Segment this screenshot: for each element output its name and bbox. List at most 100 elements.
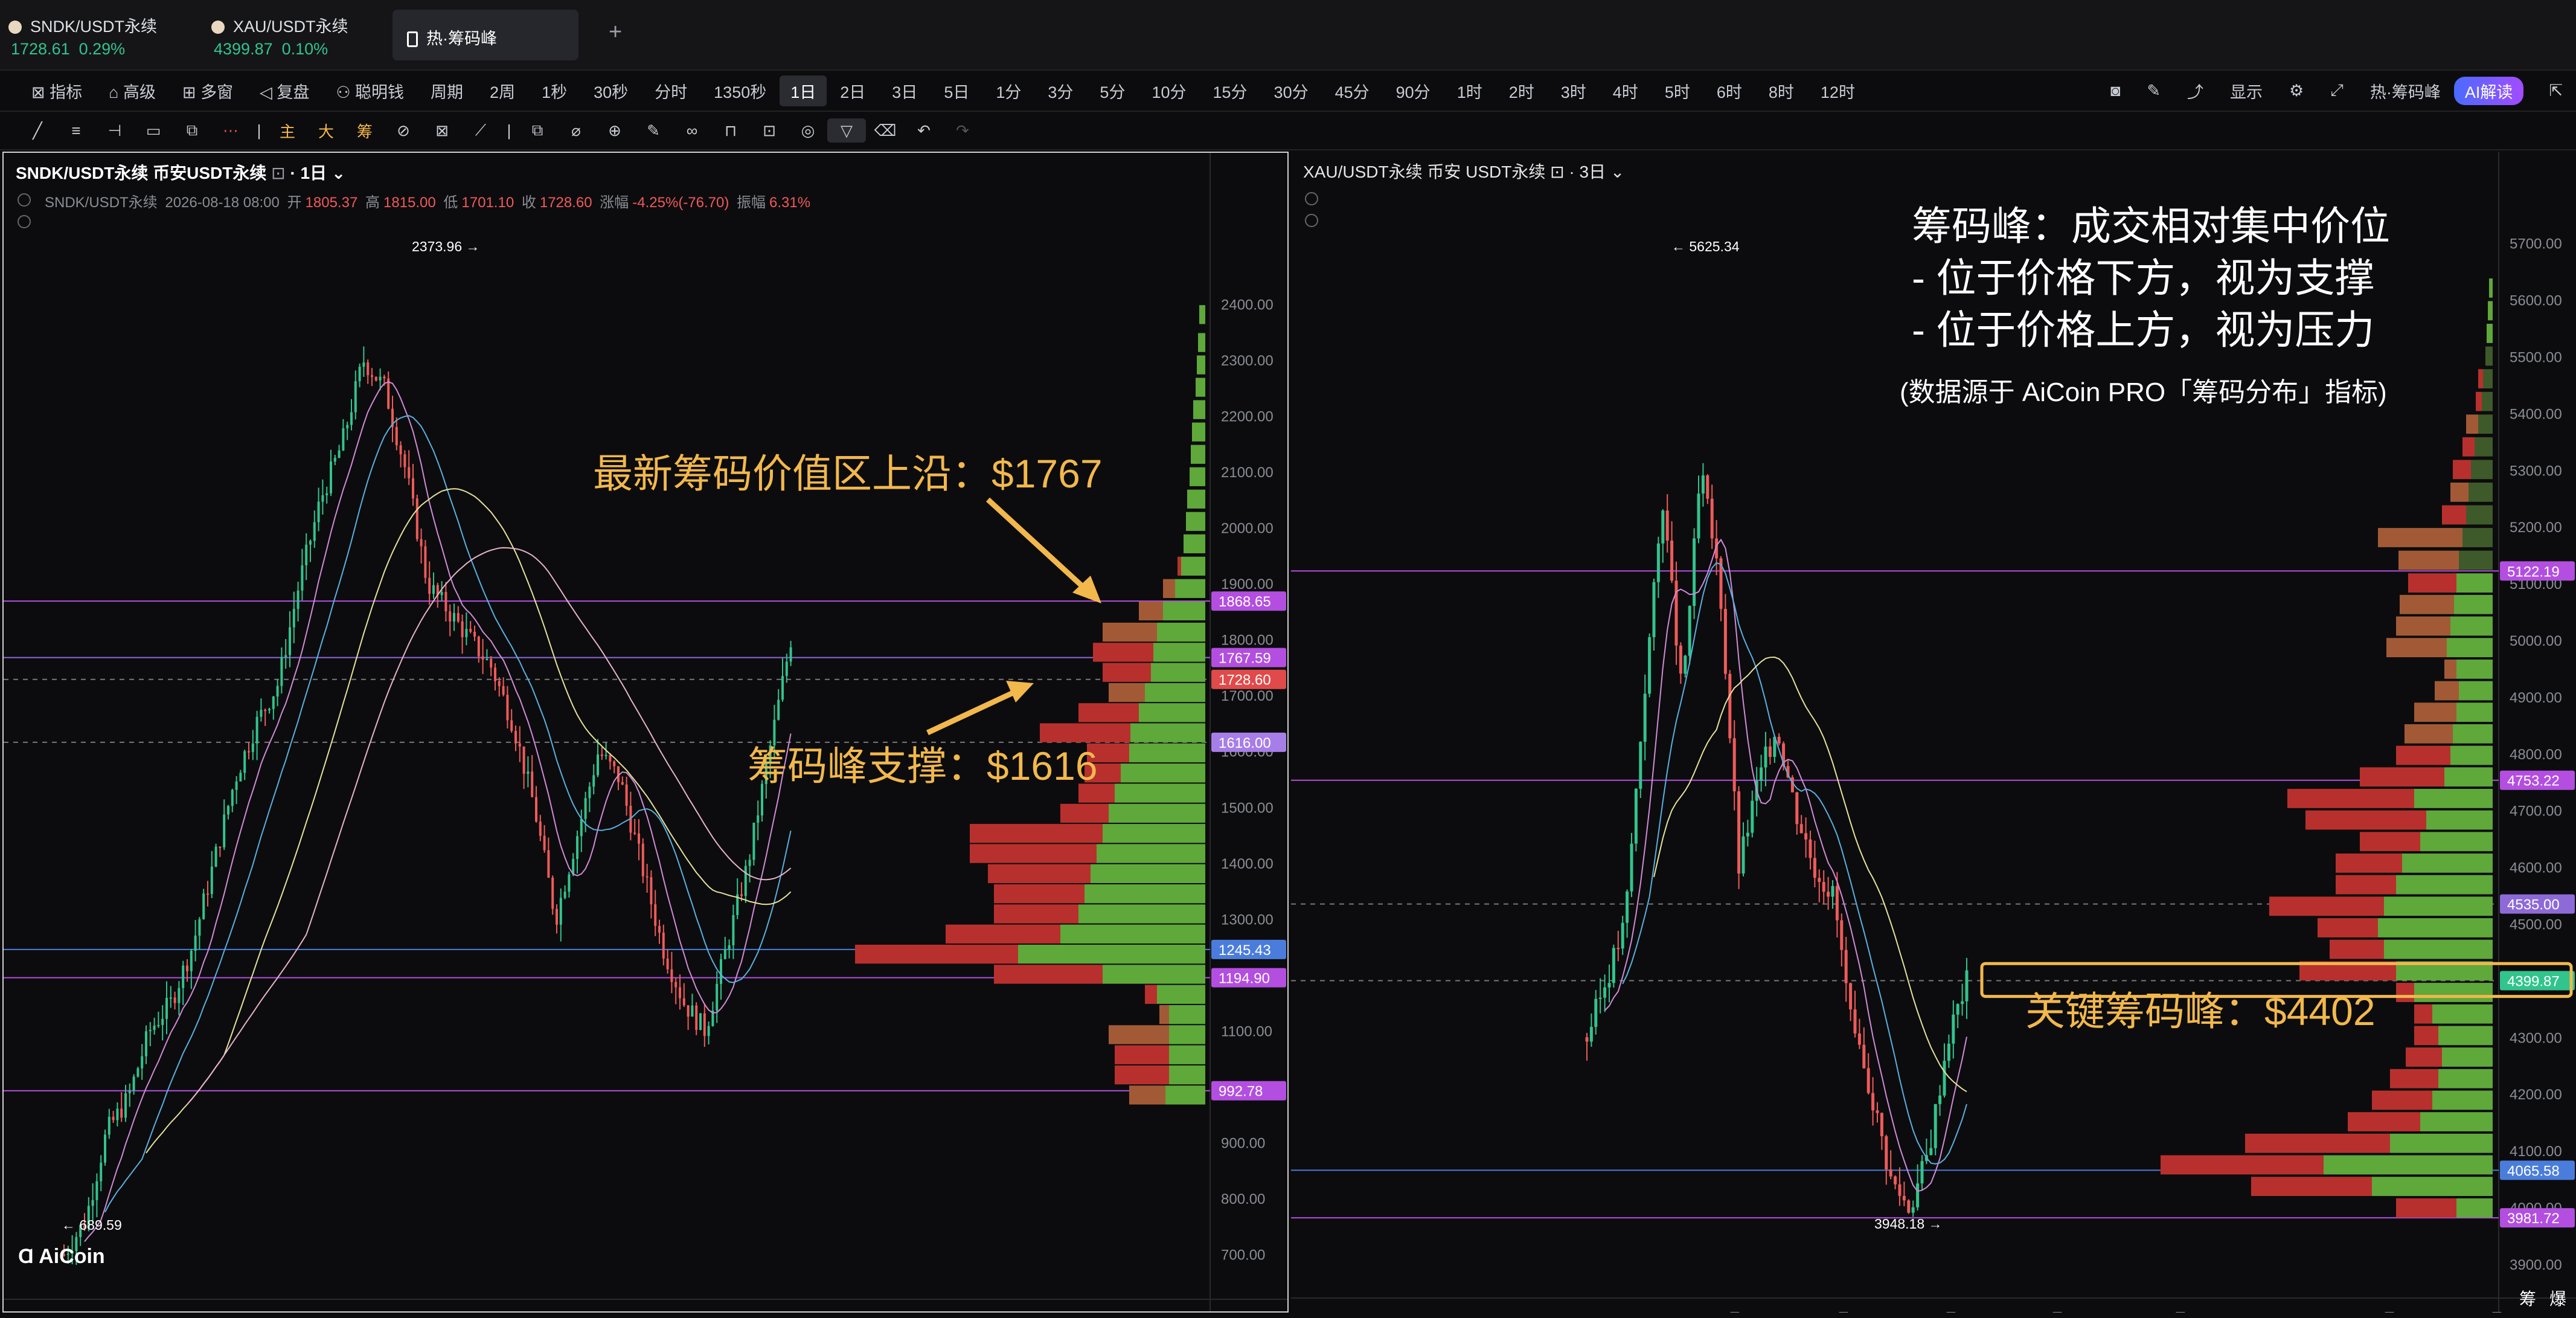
external-link-icon[interactable]: ⇱ bbox=[2536, 82, 2576, 100]
candle-body bbox=[559, 898, 562, 925]
candle-body bbox=[1616, 948, 1620, 950]
candle-body bbox=[588, 786, 591, 799]
chip-indicator-button[interactable]: 筹 bbox=[345, 118, 384, 143]
camera-icon[interactable]: ◙ bbox=[2097, 82, 2133, 100]
link-icon[interactable]: ∞ bbox=[673, 118, 711, 143]
toolbar-item[interactable]: 45分 bbox=[1322, 79, 1383, 103]
toolbar-item[interactable]: 1日 bbox=[780, 75, 827, 106]
candle-body bbox=[284, 655, 287, 657]
toolbar-item[interactable]: 2周 bbox=[476, 79, 528, 103]
hide-icon[interactable]: ◎ bbox=[789, 118, 827, 143]
candle-body bbox=[498, 681, 501, 686]
ray-tool-icon[interactable]: ⊣ bbox=[95, 118, 134, 143]
zoom-icon[interactable]: ⊕ bbox=[595, 118, 634, 143]
main-indicator-button[interactable]: 主 bbox=[268, 118, 307, 143]
toolbar-item[interactable]: ⊠ 指标 bbox=[18, 79, 95, 103]
price-chart[interactable]: 2400.00 2300.00 2200.00 2100.00 2000.00 1900.… bbox=[4, 153, 1287, 1311]
profile-bar-up bbox=[1196, 378, 1205, 397]
measure-icon[interactable]: ⟋ bbox=[461, 118, 500, 143]
large-indicator-button[interactable]: 大 bbox=[307, 118, 345, 143]
toolbar-item[interactable]: 30秒 bbox=[580, 79, 641, 103]
pencil-icon[interactable]: ✎ bbox=[2133, 82, 2174, 100]
candle-body bbox=[658, 925, 661, 933]
toolbar-item[interactable]: 90分 bbox=[1383, 79, 1444, 103]
trash-icon[interactable]: ⌫ bbox=[866, 118, 905, 143]
hline-tool-icon[interactable]: ≡ bbox=[57, 118, 95, 143]
toolbar-item[interactable]: 3分 bbox=[1034, 79, 1086, 103]
profile-bar-down bbox=[1109, 1025, 1169, 1044]
lock-icon[interactable]: ⊓ bbox=[711, 118, 750, 143]
ticker-xau[interactable]: XAU/USDT永续 4399.87 0.10% bbox=[211, 13, 348, 58]
path-tool-icon[interactable]: ⋯ bbox=[211, 118, 250, 143]
toolbar-item[interactable]: 分时 bbox=[641, 79, 700, 103]
copy-icon[interactable]: ⧉ bbox=[518, 118, 557, 143]
chart-pane-xau[interactable]: XAU/USDT永续 币安 USDT永续 ⊡ · 3日 ⌄ 1s ⊡ 5700.… bbox=[1291, 152, 2576, 1313]
line-tool-icon[interactable]: ╱ bbox=[18, 118, 57, 143]
magnet-icon[interactable]: ⊘ bbox=[384, 118, 423, 143]
indicator-select[interactable]: 热·筹码峰 bbox=[2357, 79, 2454, 103]
toolbar-item[interactable]: 3时 bbox=[1548, 79, 1600, 103]
toolbar-item[interactable]: 2时 bbox=[1496, 79, 1548, 103]
ruler-icon[interactable]: ⌀ bbox=[557, 118, 595, 143]
price-badge-label: 1728.60 bbox=[1219, 672, 1271, 689]
toolbar-item[interactable]: ◁ 复盘 bbox=[246, 79, 322, 103]
profile-bar-up bbox=[2447, 638, 2493, 658]
corner-chip-label[interactable]: 筹 bbox=[2519, 1286, 2536, 1310]
toolbar-item[interactable]: 12时 bbox=[1807, 79, 1868, 103]
profile-bar-down bbox=[1093, 643, 1153, 662]
toolbar-item[interactable]: 5分 bbox=[1086, 79, 1138, 103]
toolbar-item[interactable]: 2日 bbox=[827, 79, 879, 103]
toolbar-item[interactable]: 1分 bbox=[982, 79, 1034, 103]
toolbar-item[interactable]: ⚇ 聪明钱 bbox=[322, 79, 417, 103]
profile-bar-up bbox=[1190, 467, 1205, 486]
pattern-icon[interactable]: ⊠ bbox=[423, 118, 461, 143]
toolbar-item[interactable]: ⊞ 多窗 bbox=[169, 79, 246, 103]
toolbar-item[interactable]: 30分 bbox=[1261, 79, 1322, 103]
save-icon[interactable]: ⊡ bbox=[750, 118, 789, 143]
candle-body bbox=[321, 495, 324, 502]
brush-icon[interactable]: ✎ bbox=[634, 118, 673, 143]
fib-tool-icon[interactable]: ⧉ bbox=[173, 118, 211, 143]
toolbar-item[interactable]: 3日 bbox=[879, 79, 931, 103]
chart-pane-sndk[interactable]: SNDK/USDT永续 币安USDT永续 ⊡ · 1日 ⌄ 1s ⊡ SNDK/… bbox=[2, 152, 1289, 1313]
filter-icon[interactable]: ▽ bbox=[827, 118, 866, 143]
share-icon[interactable]: ⤴ bbox=[2174, 79, 2217, 103]
tab-hot-chip-peak[interactable]: 热·筹码峰 bbox=[392, 10, 578, 60]
candle-body bbox=[522, 746, 525, 774]
toolbar-item[interactable]: ⌂ 高级 bbox=[95, 79, 169, 103]
price-tick-label: 2200.00 bbox=[1221, 408, 1274, 425]
fullscreen-icon[interactable]: ⤢ bbox=[2317, 81, 2357, 100]
ai-analysis-button[interactable]: AI解读 bbox=[2453, 76, 2524, 105]
settings-icon[interactable]: ⚙ bbox=[2276, 82, 2317, 100]
toolbar-item[interactable]: 5时 bbox=[1652, 79, 1703, 103]
toolbar-item[interactable]: 15分 bbox=[1200, 79, 1261, 103]
profile-bar-up bbox=[1192, 422, 1205, 442]
candle-body bbox=[1844, 950, 1848, 983]
candle-body bbox=[1818, 878, 1821, 882]
ticker-sndk[interactable]: SNDK/USDT永续 1728.61 0.29% bbox=[8, 13, 157, 58]
toolbar-item[interactable]: 1时 bbox=[1444, 79, 1496, 103]
profile-bar-up bbox=[2414, 983, 2493, 1002]
profile-bar-up bbox=[2471, 460, 2493, 480]
corner-burst-label[interactable]: 爆 bbox=[2549, 1286, 2566, 1310]
toolbar-item[interactable]: 10分 bbox=[1138, 79, 1199, 103]
toolbar-item[interactable]: 1350秒 bbox=[700, 79, 780, 103]
toolbar-item[interactable]: 8时 bbox=[1755, 79, 1807, 103]
redo-icon[interactable]: ↷ bbox=[943, 118, 982, 143]
toolbar-item[interactable]: 周期 bbox=[417, 79, 476, 103]
rect-tool-icon[interactable]: ▭ bbox=[134, 118, 173, 143]
collapse-icon bbox=[1305, 192, 1318, 205]
candle-body bbox=[531, 771, 534, 797]
candle-body bbox=[219, 846, 222, 848]
toolbar-item[interactable]: 5日 bbox=[931, 79, 982, 103]
candle-body bbox=[112, 1116, 115, 1120]
profile-bar-down bbox=[2161, 1155, 2324, 1175]
candle-body bbox=[1728, 673, 1732, 739]
toolbar-item[interactable]: 1秒 bbox=[528, 79, 580, 103]
display-button[interactable]: 显示 bbox=[2217, 79, 2276, 103]
profile-bar-down bbox=[2305, 810, 2426, 830]
toolbar-item[interactable]: 6时 bbox=[1703, 79, 1755, 103]
add-tab-icon[interactable]: + bbox=[609, 21, 622, 43]
toolbar-item[interactable]: 4时 bbox=[1600, 79, 1652, 103]
undo-icon[interactable]: ↶ bbox=[905, 118, 943, 143]
